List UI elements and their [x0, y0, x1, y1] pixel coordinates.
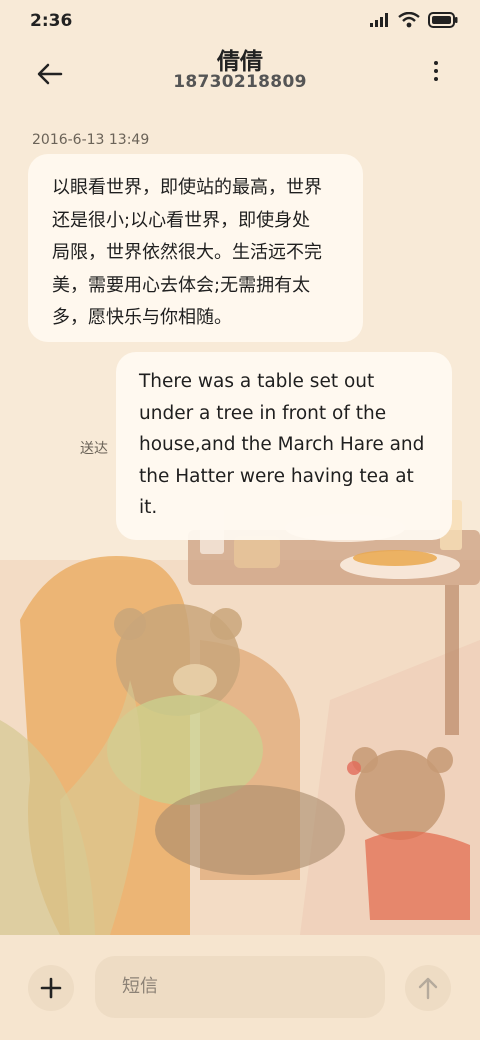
more-menu-button[interactable]: [428, 56, 444, 86]
message-line: 多，愿快乐与你相随。: [52, 307, 232, 328]
message-line: under a tree in front of the: [139, 402, 387, 424]
composer-bar: 短信: [0, 935, 480, 1040]
contact-number: 18730218809: [173, 72, 307, 92]
incoming-message-bubble[interactable]: 以眼看世界，即使站的最高，世界 还是很小;以心看世界，即使身处 局限，世界依然很…: [28, 154, 363, 342]
message-line: 以眼看世界，即使站的最高，世界: [52, 177, 322, 198]
message-line: 还是很小;以心看世界，即使身处: [52, 209, 311, 231]
message-timestamp: 2016-6-13 13:49: [32, 132, 150, 148]
status-time: 2:36: [30, 11, 73, 31]
outgoing-message-bubble[interactable]: There was a table set out under a tree i…: [116, 352, 452, 540]
menu-dot: [434, 61, 438, 65]
conversation-header: 倩倩 18730218809: [0, 40, 480, 112]
send-button[interactable]: [405, 965, 451, 1011]
contact-name: 倩倩: [217, 49, 263, 75]
message-line: 局限，世界依然很大。生活远不完: [52, 242, 322, 263]
message-line: the Hatter were having tea at: [139, 465, 414, 487]
battery-icon: [428, 12, 458, 28]
status-icons: [370, 12, 458, 28]
signal-icon: [370, 13, 388, 27]
message-line: 美，需要用心去体会;无需拥有太: [52, 274, 311, 296]
message-line: There was a table set out: [139, 371, 375, 392]
add-attachment-button[interactable]: [28, 965, 74, 1011]
menu-dot: [434, 69, 438, 73]
message-line: it.: [139, 497, 158, 518]
delivered-status: 送达: [80, 441, 108, 457]
wifi-icon: [398, 12, 420, 28]
plus-icon: [40, 977, 62, 999]
menu-dot: [434, 77, 438, 81]
message-line: house,and the March Hare and: [139, 434, 425, 455]
arrow-up-icon: [418, 977, 438, 1000]
status-bar: 2:36: [0, 0, 480, 40]
message-input[interactable]: 短信: [95, 956, 385, 1018]
